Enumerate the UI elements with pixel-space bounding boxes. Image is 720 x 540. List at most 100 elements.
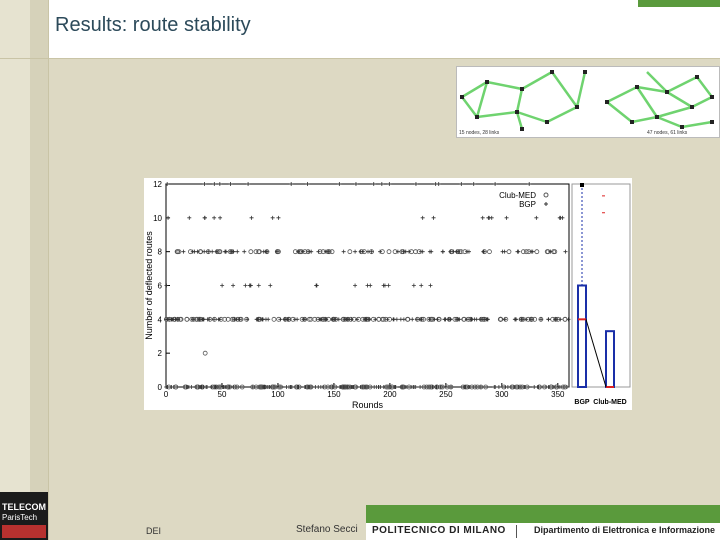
bgp-point: [248, 283, 253, 288]
bgp-point: [366, 249, 371, 254]
polimi-name: POLITECNICO DI MILANO: [372, 525, 506, 536]
clubmed-point: [386, 249, 392, 255]
y-tick-label: 10: [153, 214, 162, 223]
x-tick-label: 50: [218, 390, 227, 399]
vertical-divider: [48, 0, 49, 540]
bgp-point: [276, 215, 281, 220]
bgp-point: [202, 215, 207, 220]
bgp-point: [217, 182, 222, 186]
bgp-point: [353, 249, 358, 254]
y-tick-label: 8: [158, 248, 163, 257]
bgp-point: [480, 215, 485, 220]
footer-author: Stefano Secci: [296, 524, 358, 535]
bgp-point: [212, 182, 217, 186]
bgp-point: [435, 317, 440, 322]
bgp-point: [411, 283, 416, 288]
bgp-point: [164, 283, 169, 288]
slide-title: Results: route stability: [55, 14, 251, 36]
bgp-point: [202, 182, 207, 186]
bgp-point: [210, 249, 215, 254]
bgp-point: [365, 283, 370, 288]
bgp-point: [466, 249, 471, 254]
thumb-caption-right: 47 nodes, 61 links: [647, 130, 688, 136]
x-tick-label: 0: [164, 390, 169, 399]
network-topology-drawing: 15 nodes, 28 links 47 nodes, 61 links: [459, 70, 714, 136]
bgp-point: [246, 182, 251, 186]
chart-container: 0 2 4 6 8 10 12 0 50 100 150 200 250 300 350 Rounds Numb…: [144, 178, 632, 410]
bgp-point: [379, 182, 384, 186]
bgp-point: [223, 249, 228, 254]
bgp-point: [220, 283, 225, 288]
horizontal-divider: [0, 58, 720, 59]
bgp-point: [433, 182, 438, 186]
bgp-point: [493, 182, 498, 186]
bgp-point: [296, 385, 301, 389]
clubmed-point: [506, 249, 512, 255]
bgp-point: [270, 215, 275, 220]
title-accent-bar: [638, 0, 720, 7]
clubmed-point: [534, 249, 540, 255]
bgp-point: [218, 215, 223, 220]
bgp-point: [527, 182, 532, 186]
bgp-point: [440, 249, 445, 254]
clubmed-point: [487, 249, 492, 255]
polimi-department: Dipartimento di Elettronica e Informazio…: [534, 525, 716, 535]
bgp-point: [187, 215, 192, 220]
bgp-point: [337, 182, 342, 186]
bgp-point: [413, 182, 418, 186]
bgp-point: [493, 385, 498, 389]
bgp-point: [502, 317, 507, 322]
y-tick-label: 4: [158, 315, 163, 324]
x-tick-label: 250: [439, 390, 453, 399]
bgp-point: [502, 249, 507, 254]
bgp-point: [532, 385, 537, 389]
x-tick-label: 150: [327, 390, 341, 399]
logo-line-2: ParisTech: [2, 513, 38, 522]
clubmed-point: [329, 249, 335, 255]
polimi-banner: POLITECNICO DI MILANO Dipartimento di El…: [366, 523, 720, 540]
bgp-point: [391, 317, 396, 322]
telecom-paristech-logo: TELECOM ParisTech: [0, 492, 48, 540]
clubmed-point: [521, 249, 526, 255]
bgp-point: [376, 385, 381, 389]
bgp-point: [289, 182, 294, 186]
bgp-point: [314, 283, 319, 288]
bgp-point: [387, 182, 392, 186]
y-axis-label: Number of deflected routes: [144, 231, 154, 340]
bgp-point: [166, 215, 171, 220]
bgp-point: [534, 215, 539, 220]
bgp-point: [341, 249, 346, 254]
footer-left-text: DEI: [146, 526, 162, 536]
x-tick-label: 300: [495, 390, 509, 399]
bgp-point: [496, 385, 501, 389]
bgp-point: [563, 249, 568, 254]
scatter-plot-area: 0 2 4 6 8 10 12 0 50 100 150 200 250 300 350 Rounds Numb…: [144, 180, 571, 410]
clubmed-point: [347, 249, 353, 255]
bgp-point: [516, 385, 521, 389]
legend-entry: Club-MED: [499, 191, 536, 200]
bgp-point: [372, 385, 377, 389]
left-decor-strip-2: [30, 0, 48, 540]
bgp-point: [544, 385, 549, 389]
bgp-point: [516, 249, 521, 254]
bgp-point: [229, 249, 234, 254]
bgp-point: [448, 249, 453, 254]
bgp-point: [242, 249, 247, 254]
y-tick-label: 0: [158, 383, 163, 392]
bgp-point: [212, 215, 217, 220]
clubmed-point: [202, 350, 208, 356]
box-plot-area: BGP Club-MED: [571, 183, 631, 406]
left-decor-strip: [0, 0, 30, 540]
deflected-routes-chart: 0 2 4 6 8 10 12 0 50 100 150 200 250 300 350 Rounds Numb…: [144, 180, 631, 410]
clubmed-point: [248, 249, 254, 255]
bgp-point: [358, 249, 363, 254]
y-tick-label: 6: [158, 282, 163, 291]
bgp-point: [371, 182, 376, 186]
bgp-point: [398, 317, 403, 322]
bgp-point: [284, 385, 289, 389]
bgp-point: [190, 317, 195, 322]
bgp-point: [410, 317, 415, 322]
bgp-point: [353, 182, 358, 186]
bgp-point: [420, 215, 425, 220]
y-tick-label: 12: [153, 180, 162, 189]
